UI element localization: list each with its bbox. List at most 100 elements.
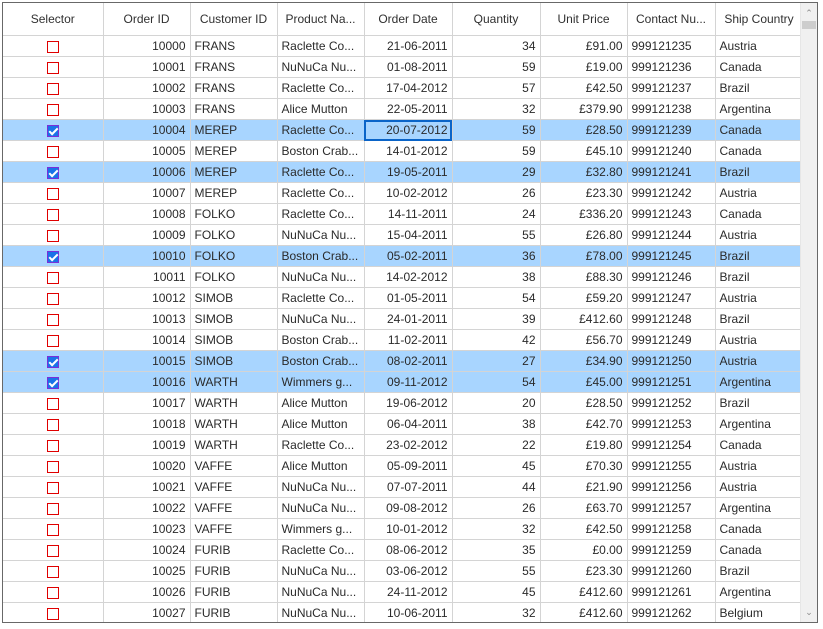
quantity-cell[interactable]: 59 xyxy=(452,140,541,162)
unit-price-cell[interactable]: £379.90 xyxy=(540,98,628,120)
selector-cell[interactable] xyxy=(3,371,104,393)
order-date-cell[interactable]: 01-05-2011 xyxy=(364,287,453,309)
order-date-cell[interactable]: 10-02-2012 xyxy=(364,182,453,204)
order-id-cell[interactable]: 10021 xyxy=(103,476,191,498)
customer-id-cell[interactable]: FOLKO xyxy=(190,266,278,288)
contact-number-cell[interactable]: 999121235 xyxy=(627,35,716,57)
customer-id-cell[interactable]: MEREP xyxy=(190,161,278,183)
unit-price-cell[interactable]: £19.80 xyxy=(540,434,628,456)
quantity-cell[interactable]: 20 xyxy=(452,392,541,414)
ship-country-cell[interactable]: Brazil xyxy=(715,266,804,288)
order-id-cell[interactable]: 10003 xyxy=(103,98,191,120)
order-id-cell[interactable]: 10016 xyxy=(103,371,191,393)
selector-cell[interactable] xyxy=(3,497,104,519)
quantity-cell[interactable]: 54 xyxy=(452,371,541,393)
ship-country-cell[interactable]: Argentina xyxy=(715,581,804,603)
product-name-cell[interactable]: Alice Mutton xyxy=(277,392,365,414)
selector-cell[interactable] xyxy=(3,203,104,225)
ship-country-cell[interactable]: Brazil xyxy=(715,77,804,99)
product-name-cell[interactable]: NuNuCa Nu... xyxy=(277,56,365,78)
contact-number-cell[interactable]: 999121238 xyxy=(627,98,716,120)
contact-number-cell[interactable]: 999121252 xyxy=(627,392,716,414)
product-name-cell[interactable]: NuNuCa Nu... xyxy=(277,476,365,498)
order-id-cell[interactable]: 10026 xyxy=(103,581,191,603)
contact-number-cell[interactable]: 999121259 xyxy=(627,539,716,561)
quantity-cell[interactable]: 29 xyxy=(452,161,541,183)
quantity-cell[interactable]: 59 xyxy=(452,119,541,141)
quantity-cell[interactable]: 32 xyxy=(452,518,541,540)
quantity-cell[interactable]: 22 xyxy=(452,434,541,456)
ship-country-cell[interactable]: Canada xyxy=(715,203,804,225)
product-name-cell[interactable]: Wimmers g... xyxy=(277,371,365,393)
product-name-cell[interactable]: NuNuCa Nu... xyxy=(277,224,365,246)
order-id-cell[interactable]: 10009 xyxy=(103,224,191,246)
ship-country-cell[interactable]: Canada xyxy=(715,119,804,141)
column-header-product-name[interactable]: Product Na... xyxy=(277,3,365,36)
contact-number-cell[interactable]: 999121248 xyxy=(627,308,716,330)
quantity-cell[interactable]: 45 xyxy=(452,581,541,603)
quantity-cell[interactable]: 55 xyxy=(452,560,541,582)
order-id-cell[interactable]: 10025 xyxy=(103,560,191,582)
ship-country-cell[interactable]: Brazil xyxy=(715,560,804,582)
table-row[interactable]: 10018 WARTH Alice Mutton 06-04-2011 38 £42.70… xyxy=(3,413,804,435)
unit-price-cell[interactable]: £32.80 xyxy=(540,161,628,183)
checkbox-unchecked[interactable] xyxy=(46,481,59,494)
customer-id-cell[interactable]: FURIB xyxy=(190,539,278,561)
contact-number-cell[interactable]: 999121256 xyxy=(627,476,716,498)
quantity-cell[interactable]: 55 xyxy=(452,224,541,246)
customer-id-cell[interactable]: VAFFE xyxy=(190,476,278,498)
table-row[interactable]: 10014 SIMOB Boston Crab... 11-02-2011 42 £56.… xyxy=(3,329,804,351)
product-name-cell[interactable]: Boston Crab... xyxy=(277,350,365,372)
scrollbar-thumb[interactable] xyxy=(802,21,816,29)
order-date-cell[interactable]: 15-04-2011 xyxy=(364,224,453,246)
order-date-cell[interactable]: 22-05-2011 xyxy=(364,98,453,120)
customer-id-cell[interactable]: VAFFE xyxy=(190,497,278,519)
unit-price-cell[interactable]: £336.20 xyxy=(540,203,628,225)
checkbox-unchecked[interactable] xyxy=(46,586,59,599)
ship-country-cell[interactable]: Austria xyxy=(715,455,804,477)
ship-country-cell[interactable]: Brazil xyxy=(715,161,804,183)
ship-country-cell[interactable]: Austria xyxy=(715,329,804,351)
order-id-cell[interactable]: 10005 xyxy=(103,140,191,162)
order-date-cell[interactable]: 09-11-2012 xyxy=(364,371,453,393)
order-date-cell[interactable]: 23-02-2012 xyxy=(364,434,453,456)
unit-price-cell[interactable]: £412.60 xyxy=(540,581,628,603)
checkbox-checked[interactable] xyxy=(46,124,59,137)
selector-cell[interactable] xyxy=(3,539,104,561)
unit-price-cell[interactable]: £28.50 xyxy=(540,119,628,141)
unit-price-cell[interactable]: £70.30 xyxy=(540,455,628,477)
order-date-cell[interactable]: 08-06-2012 xyxy=(364,539,453,561)
table-row[interactable]: 10011 FOLKO NuNuCa Nu... 14-02-2012 38 £88.30… xyxy=(3,266,804,288)
selector-cell[interactable] xyxy=(3,434,104,456)
customer-id-cell[interactable]: WARTH xyxy=(190,392,278,414)
table-row[interactable]: 10027 FURIB NuNuCa Nu... 10-06-2011 32 £412.6… xyxy=(3,602,804,622)
selector-cell[interactable] xyxy=(3,413,104,435)
quantity-cell[interactable]: 54 xyxy=(452,287,541,309)
product-name-cell[interactable]: Boston Crab... xyxy=(277,140,365,162)
checkbox-checked[interactable] xyxy=(46,376,59,389)
product-name-cell[interactable]: Raclette Co... xyxy=(277,434,365,456)
selector-cell[interactable] xyxy=(3,518,104,540)
contact-number-cell[interactable]: 999121236 xyxy=(627,56,716,78)
order-id-cell[interactable]: 10010 xyxy=(103,245,191,267)
order-date-cell[interactable]: 08-02-2011 xyxy=(364,350,453,372)
unit-price-cell[interactable]: £34.90 xyxy=(540,350,628,372)
unit-price-cell[interactable]: £412.60 xyxy=(540,602,628,622)
checkbox-unchecked[interactable] xyxy=(46,292,59,305)
table-row[interactable]: 10023 VAFFE Wimmers g... 10-01-2012 32 £42.50… xyxy=(3,518,804,540)
product-name-cell[interactable]: NuNuCa Nu... xyxy=(277,497,365,519)
contact-number-cell[interactable]: 999121250 xyxy=(627,350,716,372)
checkbox-unchecked[interactable] xyxy=(46,40,59,53)
order-date-cell[interactable]: 20-07-2012 xyxy=(364,119,453,141)
ship-country-cell[interactable]: Austria xyxy=(715,182,804,204)
table-row[interactable]: 10021 VAFFE NuNuCa Nu... 07-07-2011 44 £21.90… xyxy=(3,476,804,498)
contact-number-cell[interactable]: 999121241 xyxy=(627,161,716,183)
order-date-cell[interactable]: 14-02-2012 xyxy=(364,266,453,288)
scroll-up-arrow-icon[interactable]: ⌃ xyxy=(801,5,817,21)
unit-price-cell[interactable]: £42.70 xyxy=(540,413,628,435)
vertical-scrollbar[interactable]: ⌃ ⌄ xyxy=(800,3,817,622)
customer-id-cell[interactable]: SIMOB xyxy=(190,287,278,309)
table-row[interactable]: 10024 FURIB Raclette Co... 08-06-2012 35 £0.0… xyxy=(3,539,804,561)
unit-price-cell[interactable]: £412.60 xyxy=(540,308,628,330)
unit-price-cell[interactable]: £78.00 xyxy=(540,245,628,267)
